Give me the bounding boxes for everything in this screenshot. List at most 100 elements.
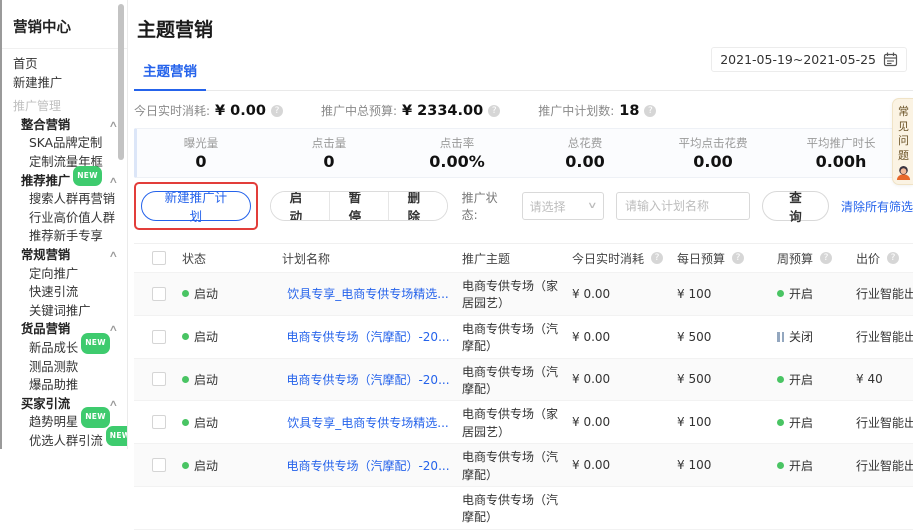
metric-item: 曝光量 0 [137,135,265,171]
status-dot [182,376,189,383]
metric-label: 平均推广时长 [777,135,905,151]
status-text: 启动 [194,457,218,474]
sidebar-item-label: 买家引流 [21,395,70,414]
date-range-value: 2021-05-19~2021-05-25 [720,52,876,67]
help-icon[interactable]: ? [820,252,832,264]
week-budget-cell [777,506,856,510]
help-icon[interactable]: ? [488,105,500,117]
bid-cell: 行业智能出价 [856,326,913,347]
row-checkbox[interactable] [152,287,166,301]
tab-theme-marketing[interactable]: 主题营销 [134,55,206,91]
row-checkbox-cell [134,506,182,510]
new-badge: NEW [81,333,110,354]
table-header-cell[interactable]: 计划名称 ? [282,248,462,269]
status-text: 启动 [194,414,218,431]
new-plan-button[interactable]: 新建推广计划 [141,191,251,221]
sidebar-item[interactable]: 推荐新手专享 [0,227,127,246]
status-text: 启动 [194,285,218,302]
table-header-label: 推广主题 [462,250,510,267]
help-icon[interactable]: ? [732,252,744,264]
daily-budget-cell [677,506,777,510]
sidebar-item[interactable]: 整合营销 ∧ [0,116,127,135]
help-icon[interactable]: ? [887,252,899,264]
sidebar-item[interactable]: 关键词推广 [0,302,127,321]
help-icon[interactable]: ? [651,252,663,264]
chevron-up-icon[interactable]: ∧ [109,395,119,414]
sidebar-item[interactable]: 新品成长 NEW [0,339,127,358]
metric-item: 总花费 0.00 [521,135,649,171]
stat-label: 今日实时消耗: [134,102,210,119]
main-content: 主题营销 2021-05-19~2021-05-25 主题营销 今日实时消耗: … [129,0,913,449]
week-budget-text: 开启 [789,371,813,388]
sidebar-item-label: SKA品牌定制 [29,134,102,153]
metric-label: 点击率 [393,135,521,151]
table-header-cell[interactable]: 推广主题 ? [462,248,572,269]
status-dot [182,462,189,469]
sidebar-item[interactable]: 行业高价值人群 [0,209,127,228]
stat-value: ¥ 0.00 [215,103,266,119]
bulk-action-group: 启动 暂停 删除 [270,191,448,221]
chevron-up-icon[interactable]: ∧ [109,172,119,191]
sidebar-scrollbar[interactable] [118,4,124,160]
stat-label: 推广中总预算: [321,102,397,119]
spend-cell: ¥ 0.00 [572,285,677,303]
faq-float-widget[interactable]: 常见问题 [892,98,913,185]
plan-name-search-input[interactable] [616,192,750,220]
week-budget-cell: 开启 [777,412,856,433]
row-checkbox[interactable] [152,330,166,344]
plan-name-link[interactable]: 电商专供专场（汽摩配）-20... [286,328,449,345]
table-row: 启动 电商专供专场（汽摩配）-20... 电商专供专场（汽摩配） ¥ 0.00 … [134,316,913,359]
sidebar-item[interactable]: 推广管理 [0,97,127,116]
table-header-cell[interactable]: 出价 ? [856,248,913,269]
select-all-checkbox[interactable] [152,251,166,265]
page-title: 主题营销 [137,15,913,42]
query-button[interactable]: 查询 [762,191,829,221]
week-budget-text: 关闭 [789,328,813,345]
plan-name-link[interactable]: 饮具专享_电商专供专场精选... [287,285,448,302]
table-header-cell[interactable]: 周预算 ? [777,248,856,269]
sidebar-item[interactable]: 定制流量年框 [0,153,127,172]
sidebar-item-label: 测品测款 [29,358,78,377]
status-filter-select[interactable]: 请选择 ∨ [522,192,604,220]
table-header-label: 每日预算 [677,250,725,267]
sidebar-item[interactable]: 测品测款 [0,358,127,377]
table-header-cell[interactable]: 今日实时消耗 ? [572,248,677,269]
sidebar-item[interactable]: 搜索人群再营销 [0,190,127,209]
chevron-up-icon[interactable]: ∧ [109,320,119,339]
table-header-cell[interactable]: 每日预算 ? [677,248,777,269]
sidebar-item[interactable]: SKA品牌定制 [0,134,127,153]
sidebar-item[interactable]: 常规营销 ∧ [0,246,127,265]
sidebar-item[interactable]: 新建推广 [0,74,127,93]
sidebar-item[interactable]: 优选人群引流 NEW [0,432,127,449]
daily-budget-cell: ¥ 100 [677,456,777,474]
daily-budget-cell: ¥ 100 [677,413,777,431]
row-checkbox[interactable] [152,458,166,472]
table-row: 电商专供专场（汽摩配） [134,487,913,530]
pause-button[interactable]: 暂停 [329,192,388,220]
plan-name-link[interactable]: 电商专供专场（汽摩配）-20... [286,457,449,474]
sidebar-item[interactable]: 首页 [0,55,127,74]
sidebar-item[interactable]: 推荐推广 NEW ∧ [0,172,127,191]
stat-item: 推广中计划数: 18 ? [538,102,656,119]
table-header-cell[interactable]: 状态 ? [182,248,282,269]
plan-name-link[interactable]: 饮具专享_电商专供专场精选... [287,414,448,431]
sidebar-item-label: 定向推广 [29,265,78,284]
sidebar-item[interactable]: 爆品助推 [0,376,127,395]
row-checkbox[interactable] [152,415,166,429]
metric-value: 0 [137,152,265,171]
date-range-picker[interactable]: 2021-05-19~2021-05-25 [711,47,907,72]
help-icon[interactable]: ? [644,105,656,117]
chevron-up-icon[interactable]: ∧ [109,246,119,265]
sidebar-item[interactable]: 定向推广 [0,265,127,284]
sidebar-item-label: 新建推广 [13,74,62,93]
new-badge: NEW [81,407,110,428]
sidebar: 营销中心 首页 新建推广 推广管理 整合营销 ∧ SKA品牌定制 [0,0,128,449]
row-checkbox[interactable] [152,372,166,386]
sidebar-item[interactable]: 快速引流 [0,283,127,302]
help-icon[interactable]: ? [271,105,283,117]
plan-name-link[interactable]: 电商专供专场（汽摩配）-20... [286,371,449,388]
clear-filters-link[interactable]: 清除所有筛选 [841,198,913,215]
start-button[interactable]: 启动 [271,192,329,220]
sidebar-item-label: 首页 [13,55,38,74]
delete-button[interactable]: 删除 [388,192,447,220]
